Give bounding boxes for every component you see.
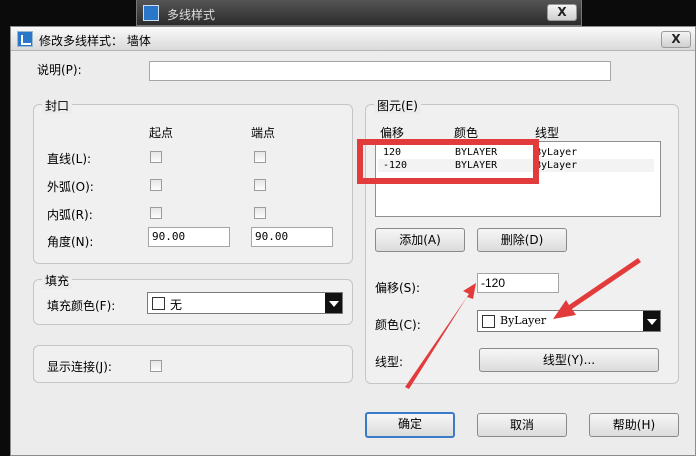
background-window-titlebar: 多线样式 X xyxy=(136,0,582,26)
annotation-arrow-offset xyxy=(405,283,476,389)
modify-mline-style-dialog: 修改多线样式： 墙体 X 说明(P): 封口 起点 端点 直线(L): 外弧(O… xyxy=(10,26,696,456)
background-window-title: 多线样式 xyxy=(167,8,216,22)
annotation-arrow-color xyxy=(553,258,641,319)
annotation-arrows xyxy=(405,258,641,389)
app-icon xyxy=(143,5,159,21)
background-close-button[interactable]: X xyxy=(547,4,577,21)
